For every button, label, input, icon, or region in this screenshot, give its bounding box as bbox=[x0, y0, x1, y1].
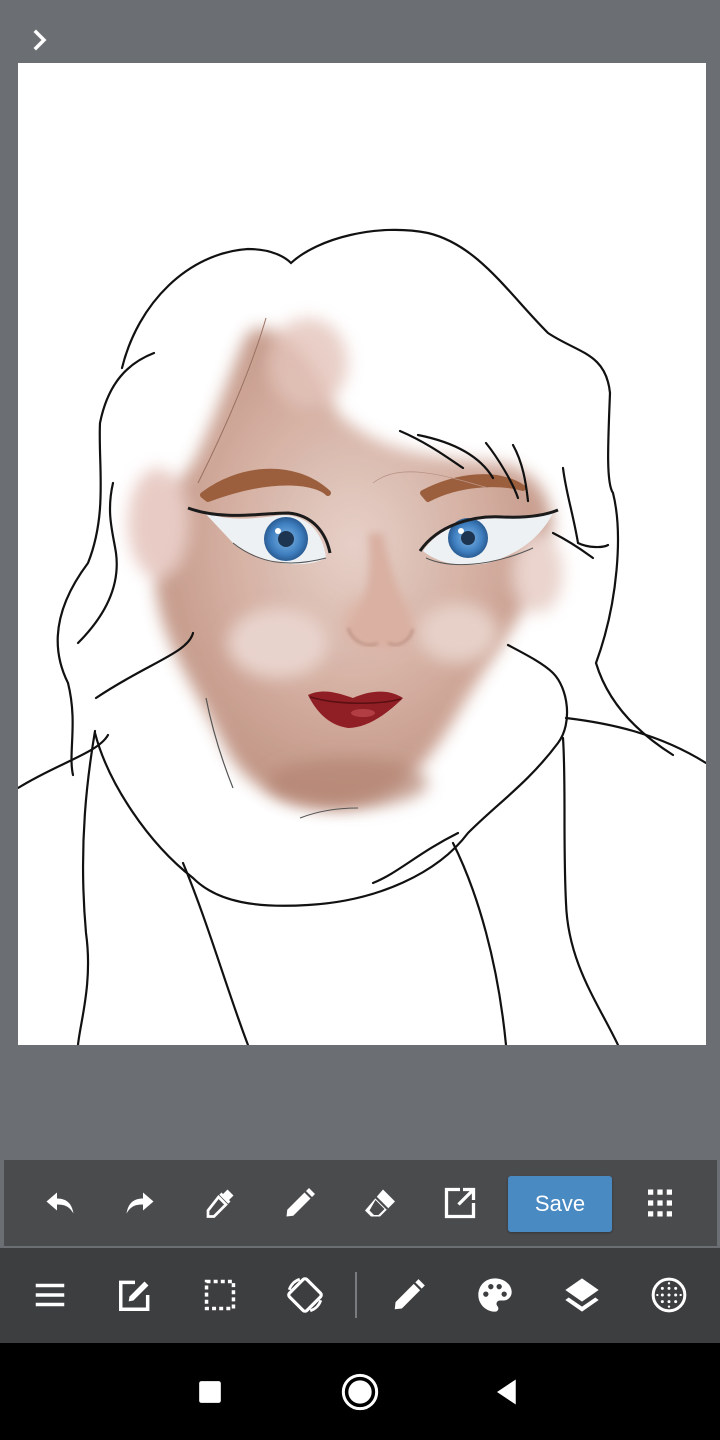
toolbar-divider bbox=[355, 1272, 357, 1318]
drawing-canvas[interactable] bbox=[18, 63, 706, 1045]
grid-toggle-button[interactable] bbox=[648, 1274, 690, 1316]
eyedropper-icon bbox=[206, 1189, 234, 1218]
edit-icon bbox=[119, 1280, 150, 1311]
expand-panel-button[interactable] bbox=[22, 22, 58, 58]
rotate-screen-icon bbox=[287, 1277, 323, 1313]
color-palette-button[interactable] bbox=[474, 1274, 516, 1316]
grid-icon bbox=[651, 1277, 687, 1313]
more-tools-button[interactable] bbox=[640, 1183, 680, 1223]
open-external-icon bbox=[444, 1187, 476, 1219]
brush-button[interactable] bbox=[388, 1274, 430, 1316]
redo-icon bbox=[126, 1192, 154, 1214]
save-button[interactable]: Save bbox=[508, 1176, 612, 1232]
grid-dots-icon bbox=[648, 1189, 672, 1217]
system-nav-bar bbox=[0, 1343, 720, 1440]
menu-button[interactable] bbox=[29, 1274, 71, 1316]
export-button[interactable] bbox=[440, 1183, 480, 1223]
pencil-icon bbox=[286, 1188, 315, 1217]
menu-icon bbox=[35, 1283, 65, 1307]
eraser-button[interactable] bbox=[360, 1183, 400, 1223]
palette-icon bbox=[478, 1278, 512, 1312]
layers-icon bbox=[565, 1278, 599, 1312]
bottom-toolbar bbox=[0, 1248, 720, 1343]
home-button[interactable] bbox=[339, 1371, 381, 1413]
recent-apps-button[interactable] bbox=[189, 1371, 231, 1413]
back-icon bbox=[497, 1379, 516, 1405]
edit-canvas-button[interactable] bbox=[114, 1274, 156, 1316]
pencil-button[interactable] bbox=[280, 1183, 320, 1223]
recent-apps-icon bbox=[199, 1381, 221, 1403]
brush-icon bbox=[394, 1279, 425, 1310]
redo-button[interactable] bbox=[120, 1183, 160, 1223]
back-button[interactable] bbox=[486, 1371, 528, 1413]
rotate-screen-button[interactable] bbox=[284, 1274, 326, 1316]
top-toolbar: Save bbox=[4, 1160, 717, 1246]
selection-button[interactable] bbox=[199, 1274, 241, 1316]
eyedropper-button[interactable] bbox=[200, 1183, 240, 1223]
chevron-right-icon bbox=[33, 29, 47, 51]
home-icon bbox=[341, 1373, 379, 1411]
undo-button[interactable] bbox=[40, 1183, 80, 1223]
undo-icon bbox=[46, 1192, 74, 1214]
eraser-icon bbox=[365, 1189, 395, 1217]
artwork-illustration bbox=[18, 228, 706, 1045]
selection-icon bbox=[204, 1279, 236, 1311]
layers-button[interactable] bbox=[561, 1274, 603, 1316]
